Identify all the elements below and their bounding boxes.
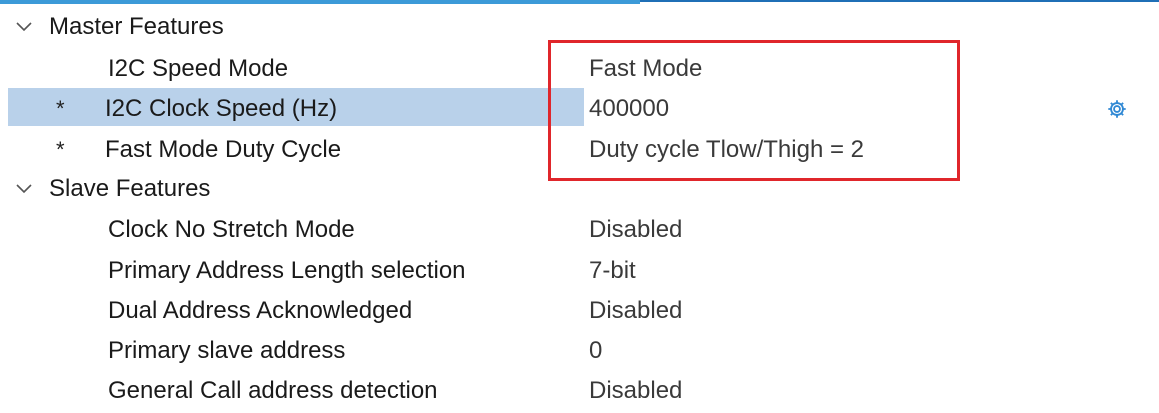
property-row[interactable]: Primary Address Length selection 7-bit [0,250,1159,290]
property-row-selected[interactable]: * I2C Clock Speed (Hz) 400000 [0,88,1159,128]
property-value[interactable]: Disabled [589,378,682,404]
group-slave-features[interactable]: Slave Features [0,169,1159,209]
property-row[interactable]: Primary slave address 0 [0,330,1159,370]
group-master-features[interactable]: Master Features [0,7,1159,47]
header-border [640,0,1159,2]
property-label: I2C Speed Mode [108,55,289,82]
property-row[interactable]: Clock No Stretch Mode Disabled [0,209,1159,249]
modified-marker: * [56,137,65,162]
property-value[interactable]: Duty cycle Tlow/Thigh = 2 [589,137,864,163]
property-row[interactable]: I2C Speed Mode Fast Mode [0,48,1159,88]
property-label: Clock No Stretch Mode [108,216,355,243]
chevron-down-icon[interactable] [14,17,34,37]
property-label: Dual Address Acknowledged [108,297,413,324]
property-label: I2C Clock Speed (Hz) [105,95,338,122]
group-label: Master Features [49,13,224,40]
property-value[interactable]: 0 [589,338,602,364]
tab-indicator [0,0,640,4]
property-label: Fast Mode Duty Cycle [105,136,342,163]
gear-icon[interactable] [1106,98,1128,120]
group-label: Slave Features [49,175,211,202]
property-label: General Call address detection [108,377,438,404]
property-row[interactable]: * Fast Mode Duty Cycle Duty cycle Tlow/T… [0,129,1159,169]
property-value[interactable]: Fast Mode [589,56,702,82]
property-row[interactable]: General Call address detection Disabled [0,370,1159,410]
property-label: Primary slave address [108,337,346,364]
property-row[interactable]: Dual Address Acknowledged Disabled [0,290,1159,330]
property-value[interactable]: 7-bit [589,258,636,284]
modified-marker: * [56,96,65,121]
property-label: Primary Address Length selection [108,257,466,284]
property-value[interactable]: Disabled [589,298,682,324]
property-value[interactable]: 400000 [589,96,669,122]
chevron-down-icon[interactable] [14,179,34,199]
property-value[interactable]: Disabled [589,217,682,243]
